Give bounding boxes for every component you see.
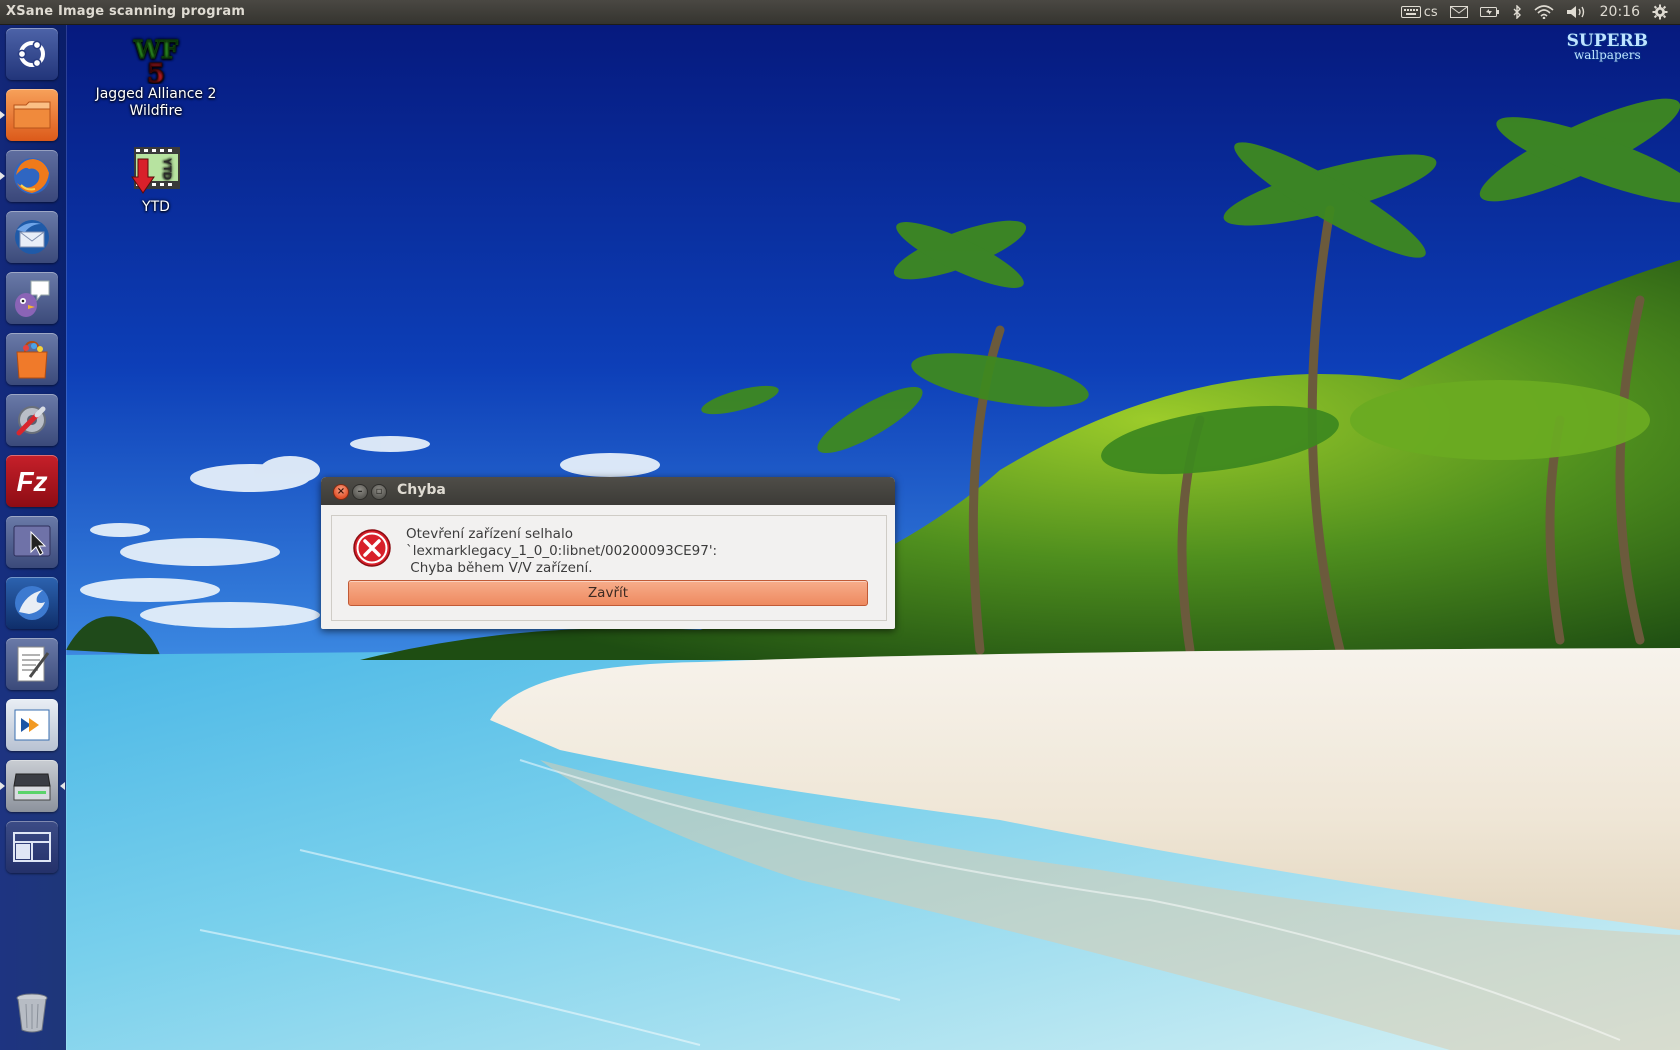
workspace-switcher-icon — [13, 832, 51, 862]
dialog-title: Chyba — [397, 482, 446, 498]
dialog-titlebar[interactable]: × – ▫ Chyba — [321, 477, 895, 505]
svg-text:Fz: Fz — [16, 466, 47, 497]
wf5-game-icon: WF 5 — [130, 32, 182, 89]
dialog-body: Otevření zařízení selhalo `lexmarklegacy… — [331, 515, 887, 621]
clock-indicator[interactable]: 20:16 — [1594, 0, 1646, 24]
svg-text:YTD: YTD — [161, 158, 173, 180]
desktop-icon-label: YTD — [142, 199, 170, 215]
pidgin-icon — [15, 280, 50, 317]
launcher-workspace-switcher[interactable] — [6, 821, 58, 873]
trash-icon — [16, 993, 48, 1033]
launcher-remote-desktop[interactable] — [6, 699, 58, 751]
settings-wrench-icon — [16, 406, 46, 436]
wifi-indicator[interactable] — [1528, 0, 1560, 24]
launcher-system-settings[interactable] — [6, 394, 58, 446]
folder-icon — [13, 101, 51, 129]
error-message: Otevření zařízení selhalo `lexmarklegacy… — [406, 526, 876, 577]
launcher-xsane-scanner[interactable] — [6, 760, 58, 812]
bluetooth-indicator[interactable] — [1506, 0, 1528, 24]
bluetooth-icon — [1513, 5, 1521, 19]
gear-icon — [1652, 4, 1668, 20]
launcher-screen-presenter[interactable] — [6, 516, 58, 568]
launcher-sane-wolf[interactable] — [6, 577, 58, 629]
wifi-icon — [1534, 5, 1554, 19]
volume-indicator[interactable] — [1560, 0, 1594, 24]
session-menu[interactable] — [1646, 0, 1674, 24]
error-message-line2: Chyba během V/V zařízení. — [406, 560, 593, 576]
launcher-software-center[interactable] — [6, 333, 58, 385]
window-maximize-button[interactable]: ▫ — [371, 484, 387, 500]
launcher: Fz — [0, 24, 66, 1050]
launcher-pidgin[interactable] — [6, 272, 58, 324]
keyboard-icon — [1400, 6, 1421, 18]
close-button[interactable]: Zavřít — [348, 580, 868, 606]
clock: 20:16 — [1599, 4, 1640, 20]
battery-icon — [1479, 7, 1499, 17]
wallpaper-watermark: SUPERB wallpapers — [1567, 33, 1648, 63]
launcher-files[interactable] — [6, 89, 58, 141]
window-minimize-button[interactable]: – — [352, 484, 368, 500]
notepad-icon — [17, 646, 50, 682]
firefox-icon — [14, 158, 50, 194]
wolf-logo-icon — [15, 586, 49, 620]
battery-indicator[interactable] — [1474, 0, 1506, 24]
close-icon: × — [336, 486, 346, 497]
thunderbird-icon — [15, 220, 49, 254]
error-dialog: × – ▫ Chyba Otevření zařízení selhalo `l… — [321, 477, 895, 629]
filezilla-icon: Fz — [16, 466, 47, 497]
svg-text:5: 5 — [147, 59, 165, 84]
maximize-icon: ▫ — [375, 486, 383, 497]
shopping-bag-icon — [16, 340, 48, 379]
window-close-button[interactable]: × — [333, 484, 349, 500]
watermark-sub: wallpapers — [1574, 48, 1641, 62]
volume-icon — [1566, 6, 1584, 18]
desktop-icon-label-line1: Jagged Alliance 2 — [95, 86, 217, 102]
desktop-icon-ytd[interactable]: YTD YTD — [86, 145, 226, 216]
keyboard-indicator[interactable]: cs — [1395, 0, 1444, 24]
launcher-dash-home[interactable] — [6, 28, 58, 80]
desktop-icon-jagged-alliance[interactable]: WF 5 Jagged Alliance 2 Wildfire — [86, 32, 226, 120]
error-message-line1: Otevření zařízení selhalo `lexmarklegacy… — [406, 526, 718, 559]
ubuntu-logo-icon — [17, 40, 45, 68]
top-panel: XSane Image scanning program cs 20:16 — [0, 0, 1680, 24]
remote-arrows-icon — [14, 709, 50, 741]
launcher-thunderbird[interactable] — [6, 211, 58, 263]
mail-icon — [1449, 6, 1468, 18]
mail-indicator[interactable] — [1444, 0, 1474, 24]
desktop-icon-label-line2: Wildfire — [129, 103, 183, 119]
launcher-text-editor[interactable] — [6, 638, 58, 690]
ytd-download-icon: YTD — [130, 145, 182, 197]
launcher-firefox[interactable] — [6, 150, 58, 202]
indicator-area: cs 20:16 — [1395, 0, 1674, 24]
cursor-screen-icon — [13, 525, 51, 557]
launcher-filezilla[interactable]: Fz — [6, 455, 58, 507]
minimize-icon: – — [357, 486, 363, 497]
app-title: XSane Image scanning program — [6, 4, 246, 19]
scanner-icon — [13, 773, 51, 801]
keyboard-layout-label: cs — [1423, 4, 1438, 20]
error-icon — [353, 529, 391, 567]
launcher-trash[interactable] — [6, 986, 58, 1038]
